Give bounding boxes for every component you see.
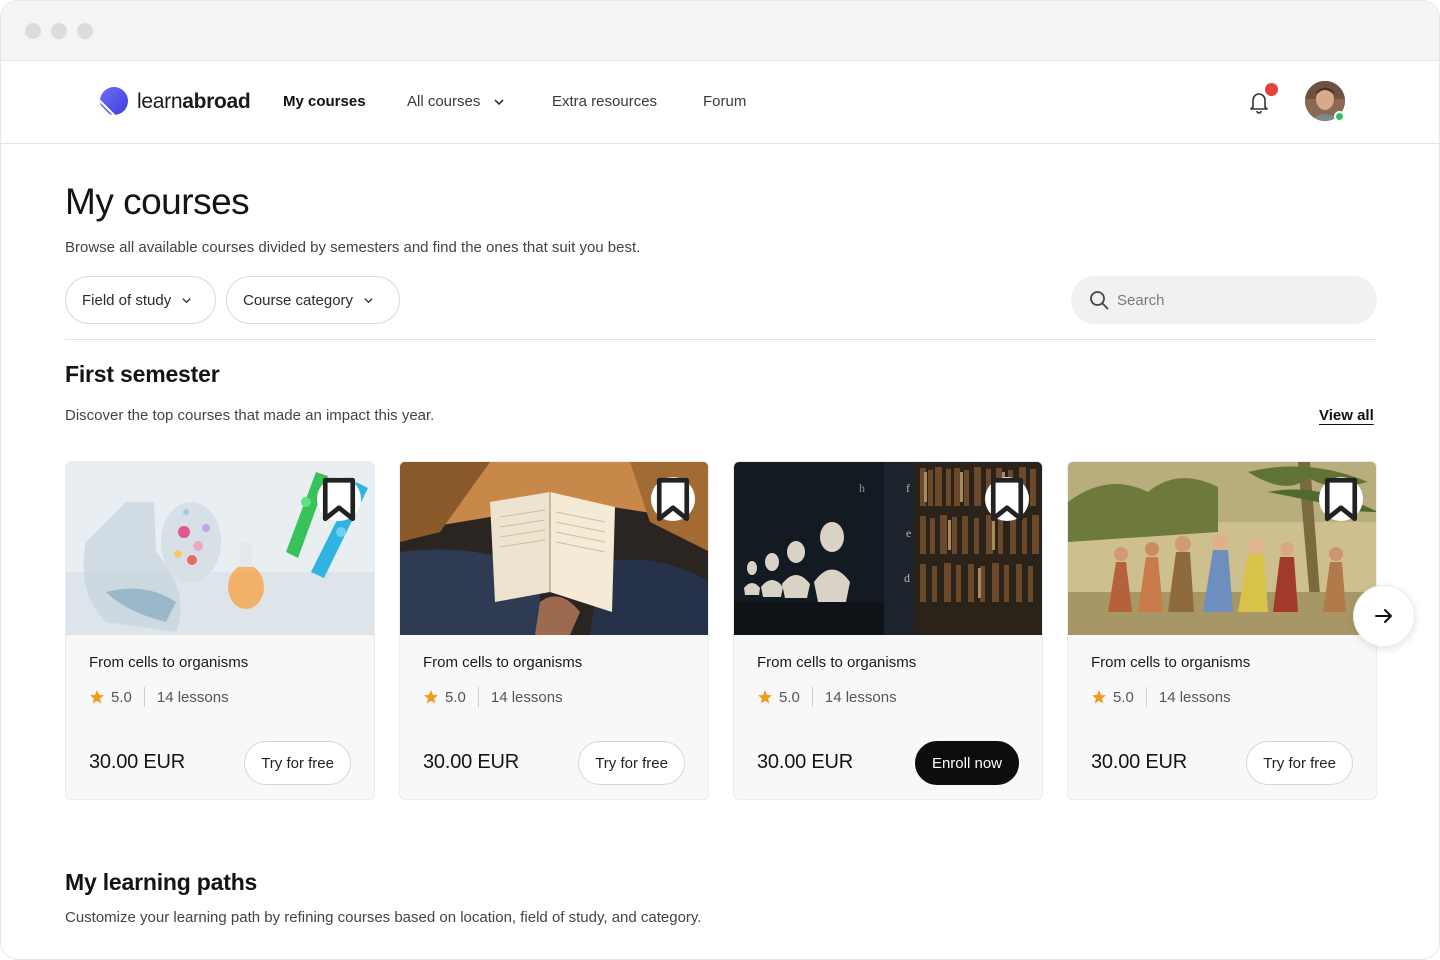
nav-all-courses[interactable]: All courses xyxy=(407,93,505,111)
try-for-free-button[interactable]: Try for free xyxy=(1246,741,1353,785)
course-title: From cells to organisms xyxy=(423,654,583,671)
chevron-down-icon xyxy=(493,99,504,106)
filter-course-category-label: Course category xyxy=(243,291,354,309)
window-maximize-dot[interactable] xyxy=(77,23,93,39)
window-minimize-dot[interactable] xyxy=(51,23,67,39)
section-subtitle-first-semester: Discover the top courses that made an im… xyxy=(65,407,435,424)
course-price: 30.00 EUR xyxy=(89,751,186,773)
course-meta: 5.0 14 lessons xyxy=(89,687,229,707)
bookmark-icon xyxy=(656,477,690,521)
course-title: From cells to organisms xyxy=(757,654,917,671)
try-for-free-button[interactable]: Try for free xyxy=(578,741,685,785)
search-box[interactable] xyxy=(1071,276,1377,324)
nav-extra-resources[interactable]: Extra resources xyxy=(552,93,657,111)
course-image-library-busts: h f e d xyxy=(734,462,1042,635)
filter-field-of-study-label: Field of study xyxy=(82,291,172,309)
filter-field-of-study[interactable]: Field of study xyxy=(65,276,216,324)
bookmark-button[interactable] xyxy=(317,477,361,521)
chevron-down-icon xyxy=(364,297,373,303)
nav-all-courses-label: All courses xyxy=(407,93,481,110)
course-image-open-book xyxy=(400,462,708,635)
notification-badge xyxy=(1265,83,1278,96)
page-title: My courses xyxy=(65,181,250,222)
course-price: 30.00 EUR xyxy=(757,751,854,773)
view-all-link[interactable]: View all xyxy=(1319,407,1374,424)
course-lessons: 14 lessons xyxy=(824,688,897,706)
carousel-next-button[interactable] xyxy=(1353,585,1415,647)
filter-course-category[interactable]: Course category xyxy=(226,276,400,324)
course-lessons: 14 lessons xyxy=(1158,688,1231,706)
star-icon xyxy=(758,690,772,704)
course-meta: 5.0 14 lessons xyxy=(757,687,897,707)
course-title: From cells to organisms xyxy=(1091,654,1251,671)
course-rating: 5.0 xyxy=(779,688,800,706)
svg-text:h: h xyxy=(859,481,865,495)
course-card[interactable]: From cells to organisms 5.0 14 lessons 3… xyxy=(1067,461,1377,800)
course-lessons: 14 lessons xyxy=(490,688,563,706)
bookmark-button[interactable] xyxy=(651,477,695,521)
course-rating: 5.0 xyxy=(1113,688,1134,706)
star-icon xyxy=(90,690,104,704)
course-rating: 5.0 xyxy=(111,688,132,706)
page-subtitle: Browse all available courses divided by … xyxy=(65,239,641,256)
brand-name: learnabroad xyxy=(137,90,251,113)
arrow-right-icon xyxy=(1375,609,1392,623)
section-title-learning-paths: My learning paths xyxy=(65,869,258,895)
search-icon xyxy=(1090,291,1109,310)
course-meta: 5.0 14 lessons xyxy=(1091,687,1231,707)
enroll-now-button[interactable]: Enroll now xyxy=(914,741,1019,785)
brand-logo[interactable]: learnabroad xyxy=(97,85,251,119)
meta-separator xyxy=(143,687,145,707)
svg-text:d: d xyxy=(904,571,910,585)
bookmark-button[interactable] xyxy=(985,477,1029,521)
bookmark-icon xyxy=(322,477,356,521)
online-status-dot xyxy=(1334,111,1345,122)
svg-text:e: e xyxy=(906,526,911,540)
window-close-dot[interactable] xyxy=(25,23,41,39)
star-icon xyxy=(424,690,438,704)
top-navigation: learnabroad My courses All courses Extra… xyxy=(1,61,1439,144)
brand-logo-icon xyxy=(97,87,128,117)
bookmark-icon xyxy=(1324,477,1358,521)
bookmark-icon xyxy=(990,477,1024,521)
course-card[interactable]: h f e d From cells to organisms 5.0 14 l… xyxy=(733,461,1043,800)
bookmark-button[interactable] xyxy=(1319,477,1363,521)
course-image-historical-engraving xyxy=(1068,462,1376,635)
course-title: From cells to organisms xyxy=(89,654,249,671)
try-for-free-button[interactable]: Try for free xyxy=(244,741,351,785)
meta-separator xyxy=(1145,687,1147,707)
section-title-first-semester: First semester xyxy=(65,361,220,387)
meta-separator xyxy=(811,687,813,707)
course-lessons: 14 lessons xyxy=(156,688,229,706)
course-meta: 5.0 14 lessons xyxy=(423,687,563,707)
section-subtitle-learning-paths: Customize your learning path by refining… xyxy=(65,909,702,926)
svg-text:f: f xyxy=(906,481,910,495)
nav-my-courses[interactable]: My courses xyxy=(283,93,366,111)
star-icon xyxy=(1092,690,1106,704)
section-divider xyxy=(65,339,1377,340)
course-price: 30.00 EUR xyxy=(423,751,520,773)
search-input[interactable] xyxy=(1117,291,1357,309)
course-card[interactable]: From cells to organisms 5.0 14 lessons 3… xyxy=(65,461,375,800)
browser-window: learnabroad My courses All courses Extra… xyxy=(0,0,1440,960)
window-titlebar xyxy=(1,1,1439,61)
meta-separator xyxy=(477,687,479,707)
course-price: 30.00 EUR xyxy=(1091,751,1188,773)
course-card[interactable]: From cells to organisms 5.0 14 lessons 3… xyxy=(399,461,709,800)
course-rating: 5.0 xyxy=(445,688,466,706)
nav-forum[interactable]: Forum xyxy=(703,93,746,111)
course-image-lab-flasks xyxy=(66,462,374,635)
chevron-down-icon xyxy=(182,297,191,303)
